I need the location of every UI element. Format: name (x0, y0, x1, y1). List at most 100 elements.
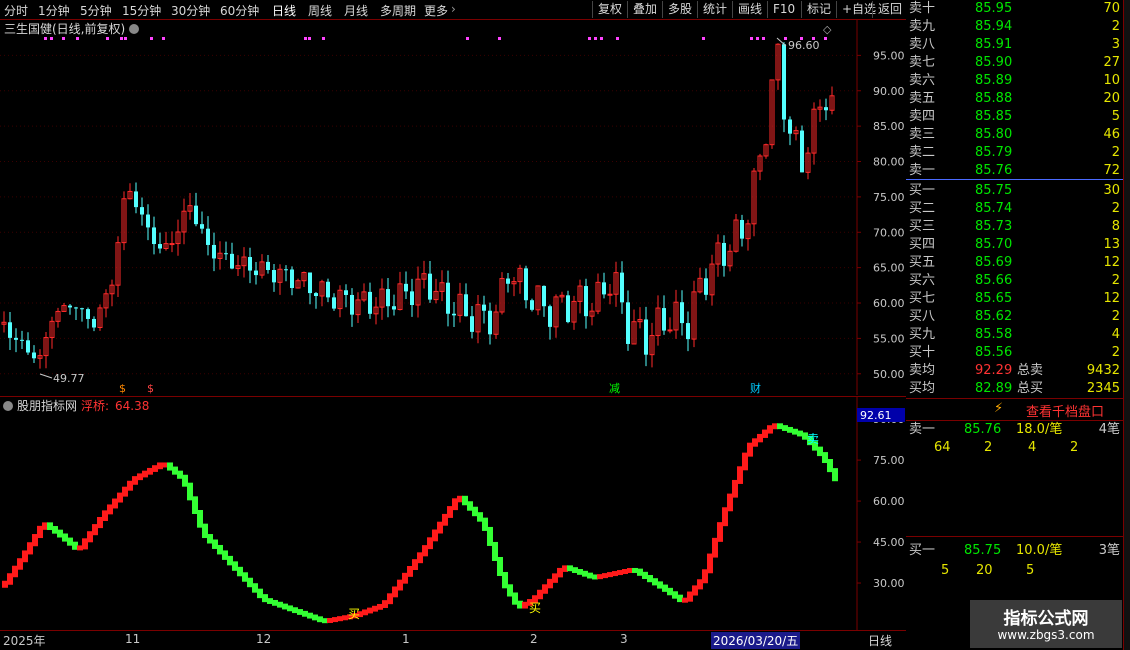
period-30min[interactable]: 30分钟 (171, 2, 210, 19)
candle-body (686, 323, 690, 340)
bid-level-price: 85.62 (975, 309, 1013, 324)
bid-level[interactable]: 买九 85.58 4 (906, 326, 1123, 344)
indicator-name: 股朋指标网 (17, 398, 77, 413)
bid-level[interactable]: 买五 85.69 12 (906, 254, 1123, 272)
candle-body (524, 268, 528, 301)
ask-level[interactable]: 卖十 85.95 70 (906, 0, 1123, 18)
chevron-down-icon[interactable] (129, 24, 139, 34)
bid-level[interactable]: 买四 85.70 13 (906, 236, 1123, 254)
order-book-panel: 卖十 85.95 70 卖九 85.94 2 卖八 85.91 3 卖七 85.90 27 卖六 85.8… (906, 0, 1123, 650)
bid-level[interactable]: 买一 85.75 30 (906, 182, 1123, 200)
candle-body (530, 300, 534, 310)
candle-body (158, 244, 162, 249)
signal-dot (44, 37, 47, 40)
signal-dot (616, 37, 619, 40)
candle-body (488, 310, 492, 335)
indicator-menu-icon[interactable] (3, 401, 13, 411)
ask-level-volume: 70 (1103, 1, 1120, 16)
ask-level-price: 85.89 (975, 73, 1013, 88)
period-60min[interactable]: 60分钟 (220, 2, 259, 19)
multi-stock-button[interactable]: 多股 (662, 1, 697, 18)
bid-level[interactable]: 买二 85.74 2 (906, 200, 1123, 218)
signal-dot (76, 37, 79, 40)
bid-level[interactable]: 买六 85.66 2 (906, 272, 1123, 290)
ask-level[interactable]: 卖二 85.79 2 (906, 144, 1123, 162)
stats-button[interactable]: 统计 (697, 1, 732, 18)
period-1min[interactable]: 1分钟 (38, 2, 70, 19)
view-depth-button[interactable]: 查看千档盘口 (1026, 401, 1104, 420)
bid-level-volume: 12 (1103, 255, 1120, 270)
bid-level[interactable]: 买八 85.62 2 (906, 308, 1123, 326)
signal-dot (594, 37, 597, 40)
period-daily[interactable]: 日线 (272, 2, 296, 19)
bid-level[interactable]: 买三 85.73 8 (906, 218, 1123, 236)
candle-body (272, 270, 276, 283)
ask-level-label: 卖八 (909, 37, 936, 52)
ask-level[interactable]: 卖七 85.90 27 (906, 54, 1123, 72)
period-more[interactable]: 更多 (424, 2, 448, 19)
period-intraday[interactable]: 分时 (4, 2, 28, 19)
signal-dot (762, 37, 765, 40)
bid-level-volume: 8 (1111, 219, 1120, 234)
more-arrow-icon[interactable]: › (451, 2, 456, 16)
signal-dot (824, 37, 827, 40)
ask-level[interactable]: 卖八 85.91 3 (906, 36, 1123, 54)
candle-body (26, 340, 30, 353)
ask-level[interactable]: 卖一 85.76 72 (906, 162, 1123, 180)
candle-body (169, 243, 175, 246)
candle-body (8, 322, 12, 338)
period-weekly[interactable]: 周线 (308, 2, 332, 19)
marker-reduce[interactable]: 减 (609, 382, 620, 395)
ask-level-label: 卖四 (909, 109, 936, 124)
bid1-orders: 5 20 5 (941, 563, 1035, 578)
ask-level[interactable]: 卖九 85.94 2 (906, 18, 1123, 36)
sell-signal: 卖 (807, 432, 819, 446)
draw-button[interactable]: 画线 (732, 1, 767, 18)
marker-dividend-2[interactable]: $ (147, 382, 154, 395)
adjust-button[interactable]: 复权 (592, 1, 627, 18)
marker-finance[interactable]: 财 (750, 381, 761, 395)
date-label-11: 11 (125, 632, 141, 646)
ask-level-volume: 5 (1111, 109, 1120, 124)
candle-body (464, 294, 468, 317)
bid1-summary: 买一 85.75 10.0/笔 3笔 (909, 543, 1120, 558)
indicator-chart[interactable]: 90.0075.0060.0045.0030.00 股朋指标网 浮桥: 64.3… (0, 396, 906, 630)
bid-level-volume: 2 (1111, 345, 1120, 360)
side-strip (1123, 0, 1130, 650)
bid-level-label: 买一 (909, 183, 936, 198)
ask-level[interactable]: 卖四 85.85 5 (906, 108, 1123, 126)
period-toolbar: 分时 1分钟 5分钟 15分钟 30分钟 60分钟 日线 周线 月线 多周期 更… (0, 0, 906, 20)
date-label-3: 3 (620, 632, 628, 646)
period-15min[interactable]: 15分钟 (122, 2, 161, 19)
ask-level[interactable]: 卖五 85.88 20 (906, 90, 1123, 108)
bid-level-volume: 12 (1103, 291, 1120, 306)
candle-body (386, 289, 390, 307)
signal-dot (62, 37, 65, 40)
period-label[interactable]: 日线 (868, 632, 892, 649)
overlay-button[interactable]: 叠加 (627, 1, 662, 18)
back-button[interactable]: 返回 (872, 1, 907, 18)
candle-body (134, 191, 138, 208)
period-5min[interactable]: 5分钟 (80, 2, 112, 19)
period-monthly[interactable]: 月线 (344, 2, 368, 19)
marker-dividend[interactable]: $ (119, 382, 126, 395)
diamond-icon[interactable]: ◇ (823, 23, 832, 36)
ask-level-label: 卖七 (909, 55, 936, 70)
candle-body (68, 305, 72, 308)
ask-level[interactable]: 卖三 85.80 46 (906, 126, 1123, 144)
candlestick-chart[interactable]: 95.00 90.00 85.00 80.00 75.00 70.00 65.00 60.00… (0, 20, 906, 395)
price-tick-label: 65.00 (873, 262, 905, 275)
period-multi[interactable]: 多周期 (380, 2, 416, 19)
candle-body (680, 302, 684, 324)
bid-level[interactable]: 买十 85.56 2 (906, 344, 1123, 362)
indicator-line-value: 64.38 (115, 399, 149, 413)
bid-level[interactable]: 买七 85.65 12 (906, 290, 1123, 308)
signal-dot (322, 37, 325, 40)
date-label-2: 2 (530, 632, 538, 646)
f10-button[interactable]: F10 (767, 1, 800, 18)
ask-level-volume: 2 (1111, 145, 1120, 160)
mark-button[interactable]: 标记 (801, 1, 836, 18)
ask-level-label: 卖三 (909, 127, 936, 142)
ask-level[interactable]: 卖六 85.89 10 (906, 72, 1123, 90)
avg-buy-row: 买均 82.89 总买 2345 (909, 381, 1120, 396)
